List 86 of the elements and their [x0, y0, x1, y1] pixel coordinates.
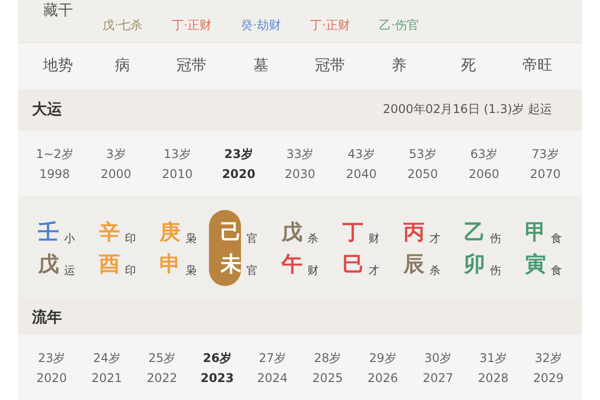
- god-label: 枭: [186, 262, 197, 278]
- god-label: 食: [551, 230, 562, 246]
- hidden-stem: 丁·正财: [309, 16, 351, 34]
- year-label[interactable]: 2010: [162, 166, 193, 181]
- terrain-value: 帝旺: [521, 56, 554, 76]
- god-label: 官: [246, 230, 258, 246]
- god-label: 枭: [186, 230, 197, 246]
- god-label: 才: [368, 262, 380, 278]
- year-label[interactable]: 2029: [533, 371, 564, 386]
- hidden-stem: 乙·伤官: [378, 16, 420, 34]
- branch-char[interactable]: 辰: [403, 250, 424, 278]
- year-label[interactable]: 2060: [468, 166, 500, 181]
- section-title: 大运: [32, 100, 62, 120]
- terrain-value: 病: [114, 56, 132, 76]
- god-label: 杀: [429, 262, 440, 278]
- terrain-value: 冠带: [176, 56, 208, 76]
- age-label[interactable]: 1~2岁: [36, 146, 74, 163]
- age-label[interactable]: 73岁: [532, 146, 559, 163]
- age-label[interactable]: 53岁: [409, 146, 436, 163]
- stem-char[interactable]: 壬: [38, 218, 59, 246]
- branch-char[interactable]: 戊: [38, 250, 59, 278]
- row-label: 藏干: [42, 1, 74, 20]
- hidden-stem: 癸·劫财: [240, 16, 282, 34]
- year-label[interactable]: 2030: [284, 166, 316, 181]
- terrain-value: 死: [460, 56, 477, 76]
- year-label[interactable]: 2024: [257, 371, 288, 386]
- age-label[interactable]: 43岁: [348, 146, 375, 163]
- age-label[interactable]: 26岁: [202, 350, 232, 368]
- year-label[interactable]: 2025: [312, 371, 343, 386]
- branch-char[interactable]: 卯: [464, 250, 486, 278]
- age-label[interactable]: 29岁: [369, 350, 396, 368]
- age-label[interactable]: 31岁: [480, 350, 507, 368]
- age-label[interactable]: 27岁: [258, 350, 286, 368]
- year-label[interactable]: 2020: [36, 371, 67, 386]
- start-info: 2000年02月16日 (1.3)岁 起运: [382, 101, 552, 118]
- hidden-stem: 丁·正财: [170, 16, 213, 34]
- year-label[interactable]: 2040: [346, 166, 377, 181]
- year-label[interactable]: 2028: [478, 371, 508, 386]
- row-label: 地势: [42, 56, 74, 76]
- branch-char[interactable]: 午: [281, 250, 302, 278]
- year-label[interactable]: 1998: [39, 166, 70, 181]
- year-label[interactable]: 2023: [200, 371, 234, 386]
- age-label[interactable]: 28岁: [314, 350, 342, 368]
- age-label[interactable]: 32岁: [534, 350, 562, 368]
- section-title: 流年: [32, 308, 62, 328]
- god-label: 伤: [490, 230, 502, 246]
- god-label: 杀: [307, 230, 318, 246]
- god-label: 食: [551, 262, 562, 278]
- god-label: 印: [124, 262, 136, 278]
- terrain-value: 冠带: [314, 56, 346, 76]
- age-label[interactable]: 24岁: [93, 350, 120, 368]
- stem-char[interactable]: 戊: [281, 218, 302, 246]
- age-label[interactable]: 3岁: [106, 146, 126, 163]
- god-label: 财: [307, 262, 318, 278]
- terrain-value: 养: [390, 56, 408, 76]
- year-label[interactable]: 2020: [222, 166, 256, 181]
- stem-char[interactable]: 丁: [342, 218, 364, 246]
- year-label[interactable]: 2026: [368, 371, 398, 386]
- stem-char[interactable]: 乙: [464, 218, 486, 246]
- branch-char[interactable]: 寅: [525, 250, 546, 278]
- age-label[interactable]: 23岁: [38, 350, 66, 368]
- age-label[interactable]: 23岁: [224, 146, 253, 163]
- god-label: 才: [429, 230, 440, 246]
- stem-char[interactable]: 丙: [403, 218, 424, 246]
- branch-char[interactable]: 巳: [342, 250, 364, 278]
- god-label: 印: [124, 230, 136, 246]
- god-label: 财: [368, 230, 380, 246]
- stem-char[interactable]: 甲: [525, 218, 546, 246]
- hidden-stem: 戊·七杀: [102, 16, 144, 34]
- age-label[interactable]: 25岁: [148, 350, 176, 368]
- god-label: 伤: [490, 262, 502, 278]
- age-label[interactable]: 63岁: [470, 146, 498, 163]
- year-label[interactable]: 2022: [146, 371, 178, 386]
- age-label[interactable]: 33岁: [286, 146, 314, 163]
- age-label[interactable]: 30岁: [424, 350, 452, 368]
- age-label[interactable]: 13岁: [164, 146, 191, 163]
- stem-char[interactable]: 己: [220, 218, 242, 246]
- year-label[interactable]: 2070: [530, 166, 561, 181]
- year-label[interactable]: 2027: [422, 371, 454, 386]
- terrain-value: 墓: [252, 56, 270, 76]
- year-label[interactable]: 2050: [407, 166, 438, 181]
- year-label[interactable]: 2000: [100, 166, 132, 181]
- god-label: 官: [246, 262, 258, 278]
- year-label[interactable]: 2021: [92, 371, 122, 386]
- god-label: 小: [64, 230, 75, 246]
- god-label: 运: [64, 262, 75, 278]
